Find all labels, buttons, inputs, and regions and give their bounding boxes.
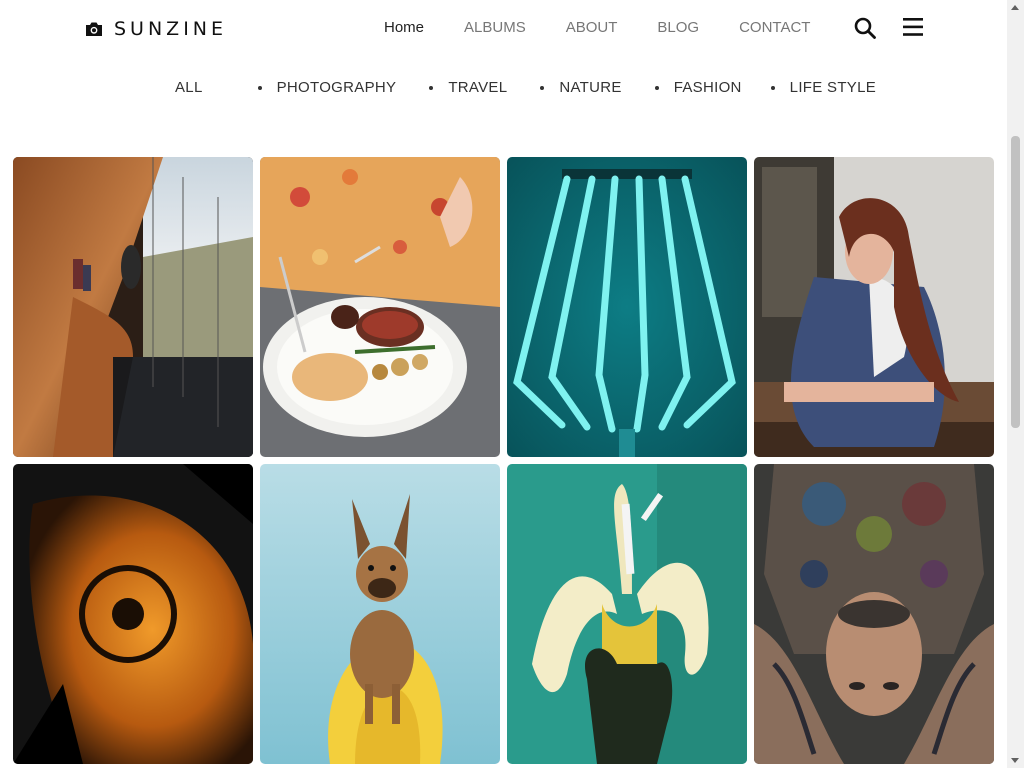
separator-dot: [540, 86, 545, 90]
tattooed-man-image: [754, 464, 994, 764]
brand-logo[interactable]: SUNZINE: [84, 18, 227, 40]
category-filters: ALL PHOTOGRAPHY TRAVEL NATURE FASHION LI…: [175, 79, 876, 97]
separator-dot: [654, 86, 659, 90]
filter-fashion[interactable]: FASHION: [674, 79, 742, 97]
teal-lamp-image: [507, 157, 747, 457]
nav-albums[interactable]: ALBUMS: [464, 19, 526, 37]
brand-name: SUNZINE: [114, 18, 228, 40]
woman-portrait-image: [754, 157, 994, 457]
gallery-photo[interactable]: [754, 464, 994, 764]
search-icon[interactable]: [853, 16, 877, 40]
nav-home[interactable]: Home: [384, 19, 424, 37]
scrollbar-thumb[interactable]: [1011, 136, 1020, 428]
gallery-photo[interactable]: [260, 157, 500, 457]
gallery-photo[interactable]: [13, 464, 253, 764]
separator-dot: [429, 86, 434, 90]
nav-about[interactable]: ABOUT: [566, 19, 618, 37]
filter-life-style[interactable]: LIFE STYLE: [790, 79, 876, 97]
separator-dot: [770, 86, 775, 90]
wooden-interior-image: [13, 157, 253, 457]
separator-dot: [257, 86, 262, 90]
photo-gallery: [13, 157, 994, 764]
filter-travel[interactable]: TRAVEL: [448, 79, 507, 97]
camera-icon: [86, 22, 102, 36]
filter-photography[interactable]: PHOTOGRAPHY: [277, 79, 397, 97]
vertical-scrollbar[interactable]: [1007, 0, 1024, 768]
page: SUNZINE Home ALBUMS ABOUT BLOG CONTACT A…: [0, 0, 1007, 768]
gallery-photo[interactable]: [260, 464, 500, 764]
harley-davidson-image: [13, 464, 253, 764]
gallery-photo[interactable]: [507, 157, 747, 457]
filter-nature[interactable]: NATURE: [559, 79, 621, 97]
nav-contact[interactable]: CONTACT: [739, 19, 810, 37]
filter-all[interactable]: ALL: [175, 79, 203, 97]
gallery-photo[interactable]: [13, 157, 253, 457]
nav-blog[interactable]: BLOG: [657, 19, 699, 37]
scroll-down-arrow-icon[interactable]: [1011, 758, 1019, 763]
gallery-photo[interactable]: [507, 464, 747, 764]
dog-kayak-image: [260, 464, 500, 764]
banana-cigarette-image: [507, 464, 747, 764]
main-nav: Home ALBUMS ABOUT BLOG CONTACT: [384, 19, 850, 37]
scroll-up-arrow-icon[interactable]: [1011, 5, 1019, 10]
hamburger-menu-icon[interactable]: [902, 17, 924, 37]
gallery-photo[interactable]: [754, 157, 994, 457]
steak-plate-image: [260, 157, 500, 457]
